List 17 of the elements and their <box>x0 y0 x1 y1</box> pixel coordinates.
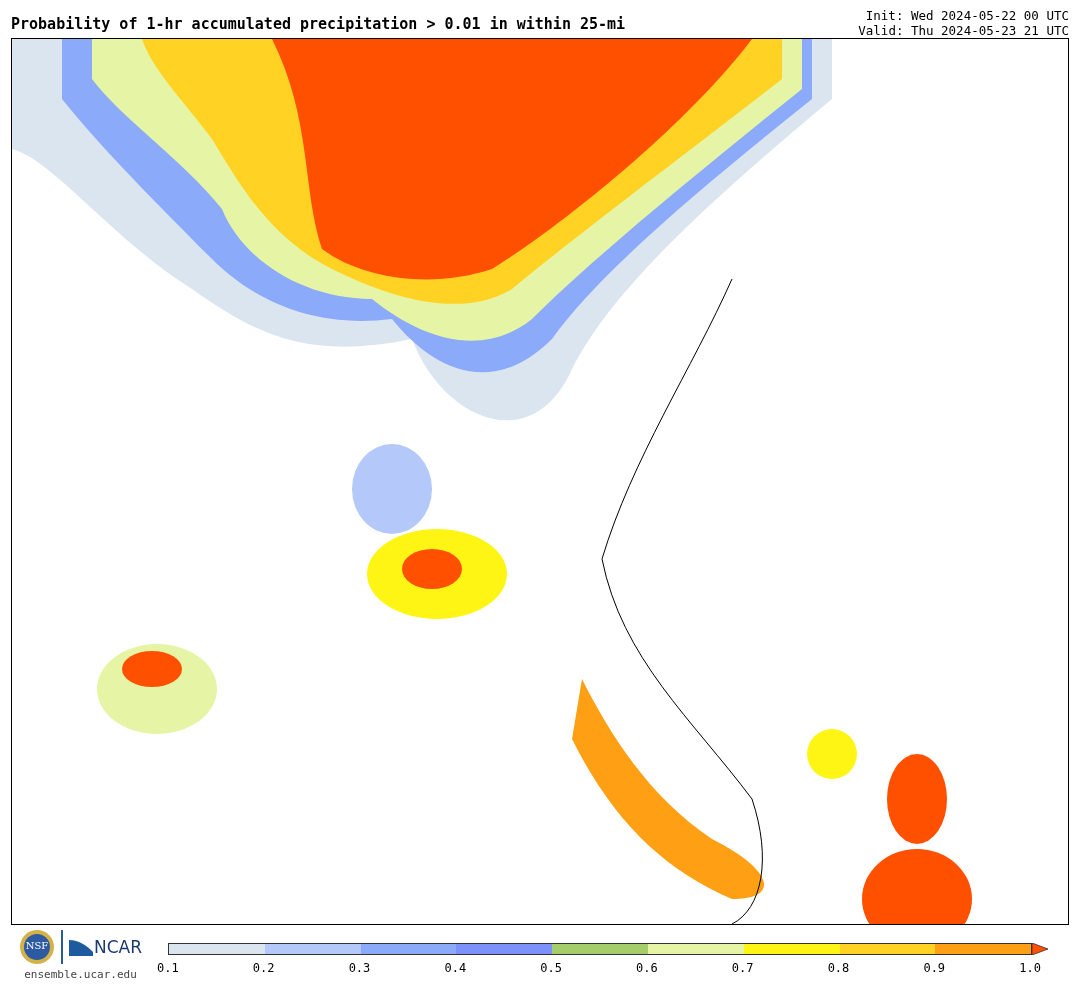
colorbar-tick-label: 0.5 <box>539 961 563 975</box>
colorbar-tick-label: 0.9 <box>922 961 947 975</box>
colorbar-tick-label: 0.2 <box>251 961 276 975</box>
init-time: Init: Wed 2024-05-22 00 UTC <box>865 8 1069 23</box>
chart-title: Probability of 1-hr accumulated precipitation > 0.01 in within 25-mi <box>11 15 626 35</box>
nsf-logo-text: NSF <box>24 940 50 951</box>
colorbar-tick-label: 1.0 <box>1018 961 1042 975</box>
seal-icon <box>19 929 55 965</box>
colorbar-tick-label: 0.4 <box>443 961 468 975</box>
ncar-logo-text: NCAR <box>94 939 142 956</box>
valid-time: Valid: Thu 2024-05-23 21 UTC <box>858 23 1069 38</box>
colorbar-tick-label: 0.3 <box>347 961 372 975</box>
colorbar-tick-label: 0.8 <box>826 961 851 975</box>
colorbar-tick-label: 0.7 <box>730 961 755 975</box>
site-link[interactable]: ensemble.ucar.edu <box>24 968 137 981</box>
colorbar-tick-label: 0.6 <box>635 961 659 975</box>
swoosh-icon <box>69 938 93 956</box>
